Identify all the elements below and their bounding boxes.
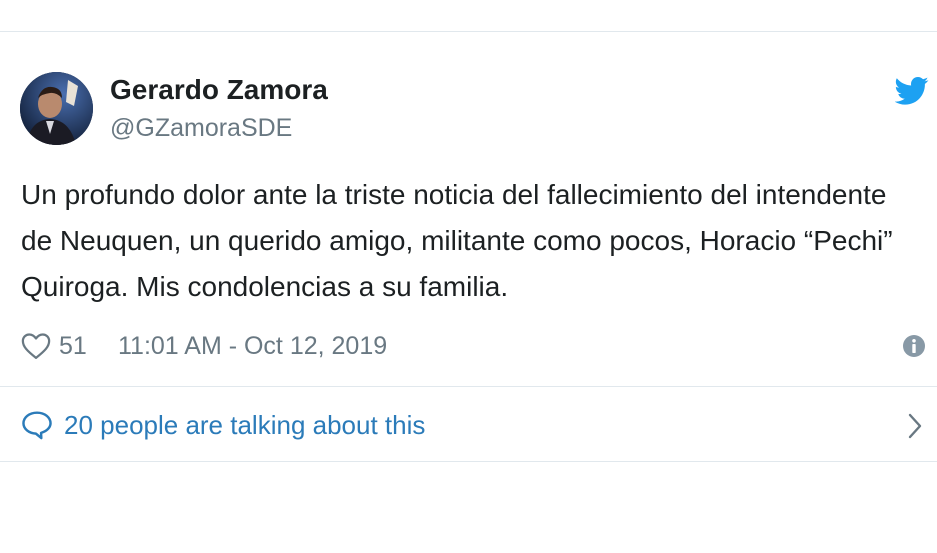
speech-bubble-icon	[22, 411, 52, 440]
timestamp[interactable]: 11:01 AM - Oct 12, 2019	[118, 328, 387, 364]
heart-icon	[21, 333, 51, 359]
tweet-text: Un profundo dolor ante la triste noticia…	[21, 179, 893, 302]
conversation-link[interactable]: 20 people are talking about this	[0, 388, 937, 462]
twitter-bird-icon[interactable]	[895, 76, 929, 106]
avatar[interactable]	[20, 72, 93, 145]
info-icon[interactable]	[902, 334, 926, 358]
conversation-link-label: 20 people are talking about this	[64, 410, 426, 440]
avatar-photo	[20, 72, 93, 145]
like-button[interactable]: 51	[21, 328, 87, 364]
author-handle[interactable]: @GZamoraSDE	[110, 114, 292, 143]
author-name[interactable]: Gerardo Zamora	[110, 74, 328, 106]
chevron-right-icon	[908, 413, 922, 439]
tweet-card: Gerardo Zamora @GZamoraSDE Un profundo d…	[0, 31, 937, 462]
like-count: 51	[59, 332, 87, 360]
tweet-meta: 51 11:01 AM - Oct 12, 2019	[21, 328, 926, 364]
divider	[0, 386, 937, 387]
